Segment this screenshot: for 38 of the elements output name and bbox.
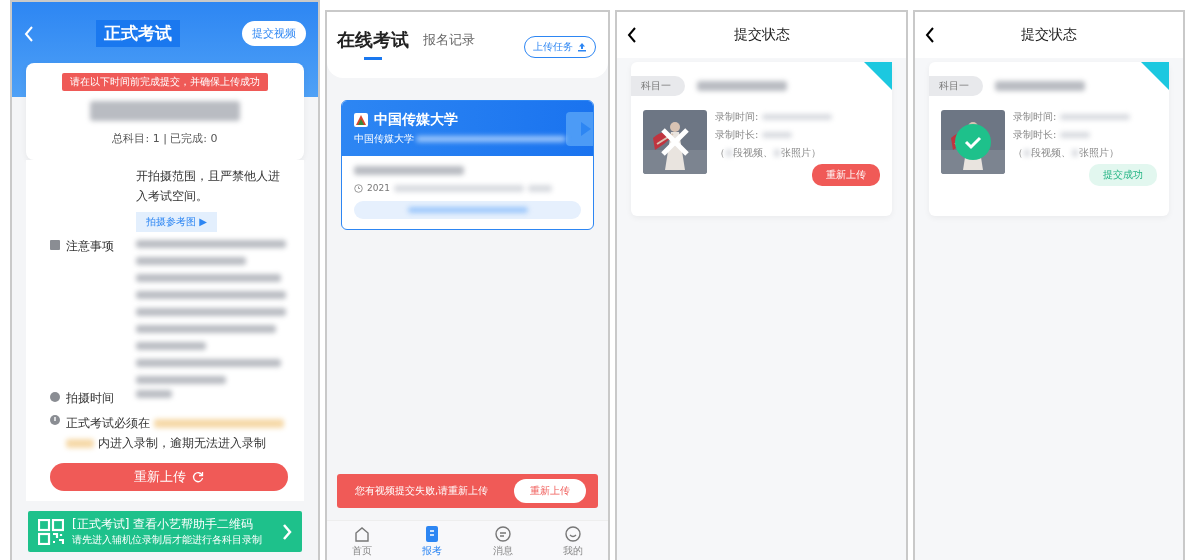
submit-video-button[interactable]: 提交视频 [242,21,306,46]
reupload-button[interactable]: 重新上传 [514,479,586,503]
nav-item[interactable]: 首页 [352,525,373,558]
page-title: 提交状态 [1020,26,1078,44]
notes-label: 注意事项 [66,238,115,255]
media-count: （ 段视频、 张照片） [715,146,822,160]
time-label: 拍摄时间 [66,390,115,407]
subject-tag: 科目一 [929,76,983,96]
tab[interactable]: 在线考试 [337,28,409,66]
nav-item[interactable]: 报考 [422,525,443,558]
page-title: 正式考试 [96,20,180,47]
reupload-button[interactable]: 重新上传 [50,463,288,491]
deadline-tip: 请在以下时间前完成提交，并确保上传成功 [62,73,268,91]
school-subtitle: 中国传媒大学 [354,132,414,146]
helper-banner[interactable]: [正式考试] 查看小艺帮助手二维码 请先进入辅机位录制后才能进行各科目录制 [28,511,302,552]
duration-label: 录制时长: [715,128,759,142]
alert-message: 您有视频提交失败,请重新上传 [355,484,489,498]
media-count: （ 段视频、 张照片） [1013,146,1120,160]
nav-item[interactable]: 消息 [492,525,513,558]
progress-summary: 总科目: 1 | 已完成: 0 [112,131,218,146]
helper-title: [正式考试] 查看小艺帮助手二维码 [72,516,255,533]
submitted-status: 提交成功 [1089,164,1157,186]
duration-label: 录制时长: [1013,128,1057,142]
page-title: 提交状态 [732,26,791,44]
exam-date: 2021 [367,183,390,193]
exam-card[interactable]: 中国传媒大学 中国传媒大学 2021 [341,100,594,230]
upload-tasks-button[interactable]: 上传任务 [524,36,596,58]
subject-tag: 科目一 [631,76,685,96]
reference-image-button[interactable]: 拍摄参考图 ▶ [136,212,217,232]
record-time-label: 录制时间: [715,110,759,124]
tab[interactable]: 报名记录 [423,31,475,63]
deadline-notice: 正式考试必须在 内进入录制，逾期无法进入录制 [66,413,284,453]
school-name: 中国传媒大学 [374,111,458,129]
record-time-label: 录制时间: [1013,110,1057,124]
rules-text: 开拍摄范围，且严禁他人进入考试空间。 [136,168,281,205]
reupload-button[interactable]: 重新上传 [812,164,880,186]
helper-subtitle: 请先进入辅机位录制后才能进行各科目录制 [72,533,263,547]
nav-item[interactable]: 我的 [562,525,583,558]
